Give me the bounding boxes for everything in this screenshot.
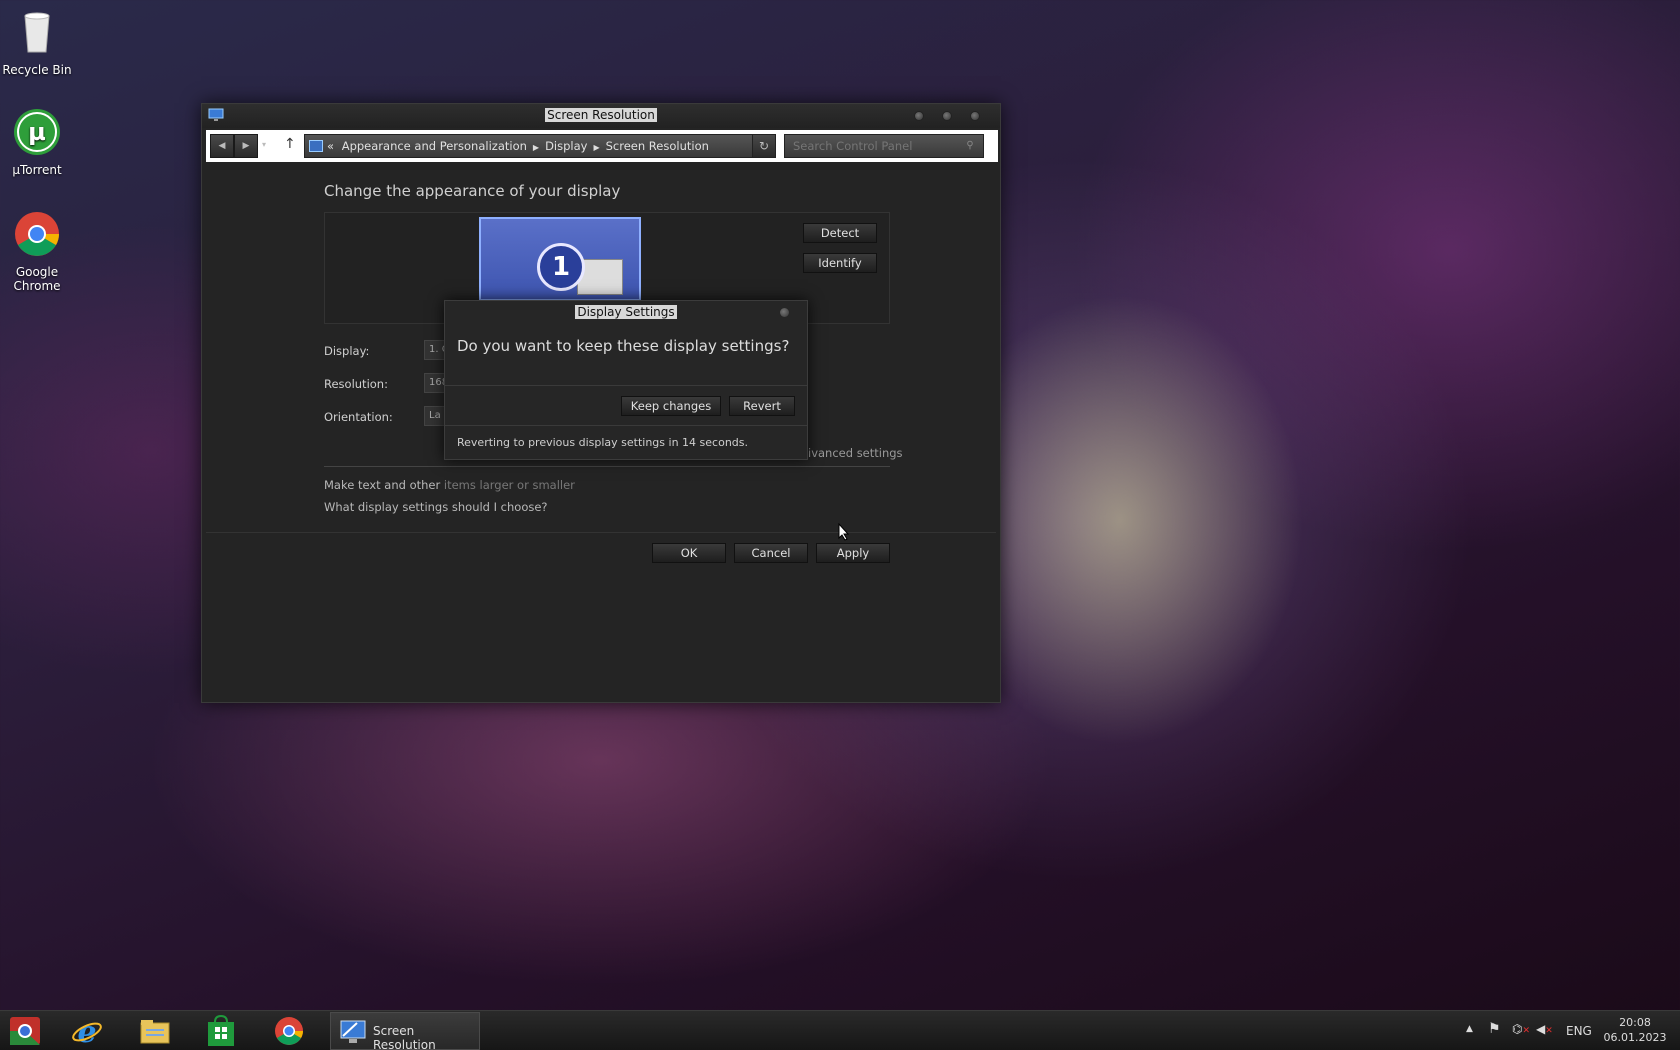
detect-button[interactable]: Detect xyxy=(803,223,877,243)
svg-text:µ: µ xyxy=(28,118,46,146)
desktop-icon-google-chrome[interactable]: Google Chrome xyxy=(0,210,74,293)
chevron-right-icon: ▶ xyxy=(532,143,540,152)
minimize-button[interactable] xyxy=(914,111,924,121)
text-size-link[interactable]: Make text and other items larger or smal… xyxy=(324,478,575,492)
control-panel-icon xyxy=(309,140,323,152)
clock-date: 06.01.2023 xyxy=(1603,1031,1667,1044)
maximize-button[interactable] xyxy=(942,111,952,121)
ok-button[interactable]: OK xyxy=(652,543,726,563)
divider xyxy=(445,385,807,386)
recycle-bin-icon xyxy=(24,12,50,53)
file-explorer-icon[interactable] xyxy=(138,1015,172,1047)
volume-muted-icon[interactable]: ◀✕ xyxy=(1536,1022,1553,1050)
store-icon[interactable] xyxy=(204,1015,238,1047)
forward-button[interactable]: ▶ xyxy=(234,134,258,158)
network-icon[interactable]: ⌬✕ xyxy=(1512,1022,1530,1050)
orientation-label: Orientation: xyxy=(324,410,393,424)
divider xyxy=(206,532,996,533)
breadcrumb-item[interactable]: Display xyxy=(545,139,587,153)
mouse-cursor-icon xyxy=(838,523,850,541)
chrome-icon xyxy=(15,212,59,256)
address-bar: ◀ ▶ ▾ ↑ « Appearance and Personalization… xyxy=(206,130,998,162)
search-icon[interactable]: ⚲ xyxy=(960,136,980,156)
revert-button[interactable]: Revert xyxy=(729,396,795,416)
refresh-icon[interactable]: ↻ xyxy=(752,134,776,158)
monitor-number: 1 xyxy=(537,243,585,291)
text-size-link-part: Make text and other xyxy=(324,478,444,492)
chrome-icon[interactable] xyxy=(272,1015,306,1047)
search-input[interactable] xyxy=(784,134,984,158)
clock[interactable]: 20:08 06.01.2023 xyxy=(1600,1015,1670,1045)
breadcrumb-prefix: « xyxy=(327,139,335,153)
divider xyxy=(445,425,807,426)
apply-button[interactable]: Apply xyxy=(816,543,890,563)
countdown-text: Reverting to previous display settings i… xyxy=(457,436,748,449)
window-titlebar[interactable]: Screen Resolution xyxy=(202,104,1000,128)
breadcrumb[interactable]: « Appearance and Personalization ▶ Display… xyxy=(304,134,772,158)
page-title: Change the appearance of your display xyxy=(324,182,621,200)
action-center-flag-icon[interactable]: ⚑ xyxy=(1488,1021,1501,1050)
taskbar-item-label: Screen Resolution xyxy=(373,1024,436,1050)
utorrent-icon: µ xyxy=(14,109,60,155)
svg-text:e: e xyxy=(77,1015,96,1047)
divider xyxy=(324,466,890,467)
advanced-settings-link[interactable]: ivanced settings xyxy=(808,446,903,460)
resolution-label: Resolution: xyxy=(324,377,388,391)
chevron-right-icon: ▶ xyxy=(593,143,600,152)
desktop-icon-label: Google Chrome xyxy=(13,265,61,293)
desktop-icon-label: Recycle Bin xyxy=(2,63,72,77)
dialog-question: Do you want to keep these display settin… xyxy=(457,337,790,355)
up-arrow-icon[interactable]: ↑ xyxy=(284,136,296,152)
desktop-icon-utorrent[interactable]: µ µTorrent xyxy=(0,108,74,177)
help-link[interactable]: What display settings should I choose? xyxy=(324,500,548,514)
display-label: Display: xyxy=(324,344,370,358)
window-title: Screen Resolution xyxy=(545,108,657,122)
taskbar-item-screen-resolution[interactable]: Screen Resolution xyxy=(330,1012,480,1050)
breadcrumb-item[interactable]: Screen Resolution xyxy=(606,139,709,153)
identify-button[interactable]: Identify xyxy=(803,253,877,273)
monitor-1[interactable]: 1 xyxy=(479,217,641,301)
recent-pages-dropdown[interactable]: ▾ xyxy=(262,140,266,149)
text-size-link-part: items larger or smaller xyxy=(443,478,575,492)
cancel-button[interactable]: Cancel xyxy=(734,543,808,563)
clock-time: 20:08 xyxy=(1619,1016,1651,1029)
close-button[interactable] xyxy=(780,308,789,317)
desktop-icon-recycle-bin[interactable]: Recycle Bin xyxy=(0,8,74,77)
desktop-icon-label: µTorrent xyxy=(12,163,62,177)
keep-changes-button[interactable]: Keep changes xyxy=(621,396,721,416)
close-button[interactable] xyxy=(970,111,980,121)
dialog-title[interactable]: Display Settings xyxy=(445,305,807,319)
start-button-icon[interactable] xyxy=(8,1015,42,1047)
taskbar: e Screen Resolution ▲ ⚑ ⌬✕ ◀✕ ENG 20:08 … xyxy=(0,1010,1680,1050)
internet-explorer-icon[interactable]: e xyxy=(70,1015,104,1047)
show-hidden-icons-button[interactable]: ▲ xyxy=(1466,1024,1473,1050)
display-settings-dialog: Display Settings Do you want to keep the… xyxy=(444,300,808,460)
back-button[interactable]: ◀ xyxy=(210,134,234,158)
monitor-icon xyxy=(340,1020,366,1043)
language-indicator[interactable]: ENG xyxy=(1566,1024,1592,1050)
breadcrumb-item[interactable]: Appearance and Personalization xyxy=(342,139,527,153)
